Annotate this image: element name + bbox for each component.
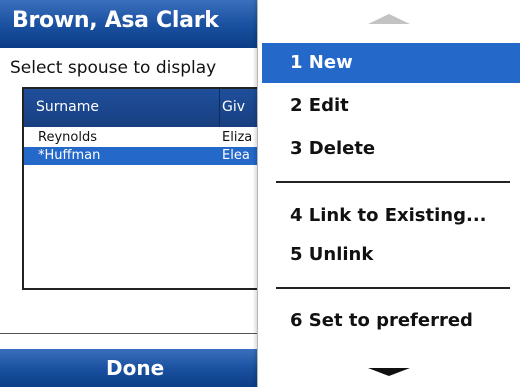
scroll-down-arrow-icon[interactable] — [368, 368, 410, 376]
cell-surname: *Huffman — [38, 148, 101, 163]
cell-given: Eliza — [222, 130, 253, 145]
column-header-surname[interactable]: Surname — [36, 99, 99, 115]
column-header-given[interactable]: Giv — [222, 99, 245, 115]
menu-item-label: 3 Delete — [290, 138, 376, 159]
cell-surname: Reynolds — [38, 130, 97, 145]
divider — [0, 333, 260, 334]
menu-item-label: 6 Set to preferred — [290, 310, 473, 331]
column-divider[interactable] — [219, 89, 220, 127]
scroll-up-arrow-icon[interactable] — [368, 14, 410, 24]
cell-given: Elea — [222, 148, 250, 163]
done-softkey[interactable]: Done — [106, 356, 164, 380]
table-row[interactable]: Reynolds Eliza — [24, 129, 274, 147]
menu-item-delete[interactable]: 3 Delete — [262, 129, 520, 169]
context-menu: 1 New 2 Edit 3 Delete 4 Link to Existing… — [257, 0, 520, 387]
menu-separator — [276, 287, 510, 289]
menu-separator — [276, 181, 510, 183]
dialog-prompt: Select spouse to display — [10, 58, 217, 78]
table-row-selected[interactable]: *Huffman Elea — [24, 147, 274, 165]
menu-item-new[interactable]: 1 New — [262, 43, 520, 83]
menu-item-edit[interactable]: 2 Edit — [262, 86, 520, 126]
menu-item-label: 5 Unlink — [290, 244, 374, 265]
menu-item-set-preferred[interactable]: 6 Set to preferred — [262, 301, 520, 341]
menu-item-label: 1 New — [290, 52, 353, 73]
menu-item-label: 4 Link to Existing... — [290, 205, 487, 226]
spouse-list[interactable]: Surname Giv Reynolds Eliza *Huffman Elea — [22, 87, 276, 290]
list-header: Surname Giv — [24, 89, 274, 127]
menu-item-unlink[interactable]: 5 Unlink — [262, 235, 520, 275]
menu-item-link-existing[interactable]: 4 Link to Existing... — [262, 196, 520, 236]
menu-item-label: 2 Edit — [290, 95, 349, 116]
window-title: Brown, Asa Clark — [12, 8, 219, 33]
